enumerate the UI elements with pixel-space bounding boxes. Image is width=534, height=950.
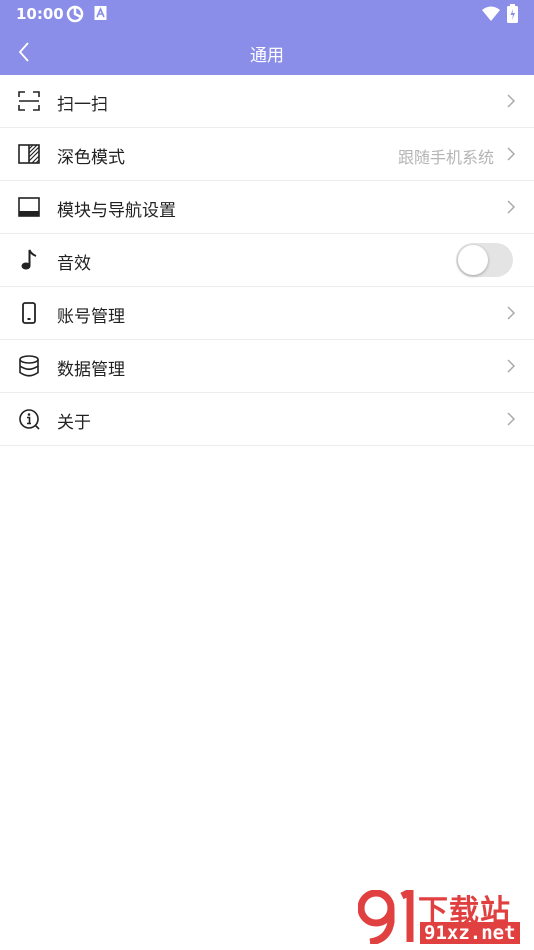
menu-item-label: 关于 xyxy=(57,413,91,433)
battery-icon xyxy=(507,4,518,23)
menu-item-data[interactable]: 数据管理 xyxy=(0,340,534,393)
sync-icon xyxy=(66,5,84,23)
toggle-knob xyxy=(458,245,488,275)
sound-toggle[interactable] xyxy=(456,243,513,277)
chevron-right-icon xyxy=(507,94,516,108)
menu-item-label: 音效 xyxy=(57,254,91,274)
info-icon xyxy=(19,409,40,430)
menu-item-module-nav[interactable]: 模块与导航设置 xyxy=(0,181,534,234)
status-time: 10:00 xyxy=(16,5,64,23)
dark-mode-icon xyxy=(18,144,40,164)
chevron-right-icon xyxy=(507,200,516,214)
music-note-icon xyxy=(21,249,37,270)
page-title: 通用 xyxy=(250,46,284,66)
database-icon xyxy=(19,355,39,377)
app-bar: 通用 xyxy=(0,28,534,75)
chevron-right-icon xyxy=(507,412,516,426)
menu-item-label: 深色模式 xyxy=(57,148,125,168)
phone-icon xyxy=(22,302,36,324)
scan-icon xyxy=(18,91,40,111)
menu-item-dark-mode[interactable]: 深色模式 跟随手机系统 xyxy=(0,128,534,181)
menu-item-sound[interactable]: 音效 xyxy=(0,234,534,287)
menu-item-label: 数据管理 xyxy=(57,360,125,380)
settings-list: 扫一扫 深色模式 跟随手机系统 模块与导航设置 音效 账号管理 数据管理 关于 xyxy=(0,75,534,446)
dark-mode-value: 跟随手机系统 xyxy=(397,148,494,167)
watermark: 下载站 91xz.net xyxy=(358,888,528,946)
menu-item-label: 账号管理 xyxy=(57,307,125,327)
watermark-url: 91xz.net xyxy=(420,922,520,944)
status-bar: 10:00 xyxy=(0,0,534,28)
menu-item-account[interactable]: 账号管理 xyxy=(0,287,534,340)
menu-item-label: 模块与导航设置 xyxy=(57,201,176,221)
menu-item-about[interactable]: 关于 xyxy=(0,393,534,446)
wifi-icon xyxy=(482,6,500,21)
keyboard-a-icon xyxy=(94,6,107,20)
chevron-right-icon xyxy=(507,147,516,161)
menu-item-label: 扫一扫 xyxy=(57,95,108,115)
chevron-right-icon xyxy=(507,306,516,320)
watermark-logo-icon xyxy=(358,890,414,944)
chevron-right-icon xyxy=(507,359,516,373)
bottom-nav-icon xyxy=(18,197,40,217)
menu-item-scan[interactable]: 扫一扫 xyxy=(0,75,534,128)
